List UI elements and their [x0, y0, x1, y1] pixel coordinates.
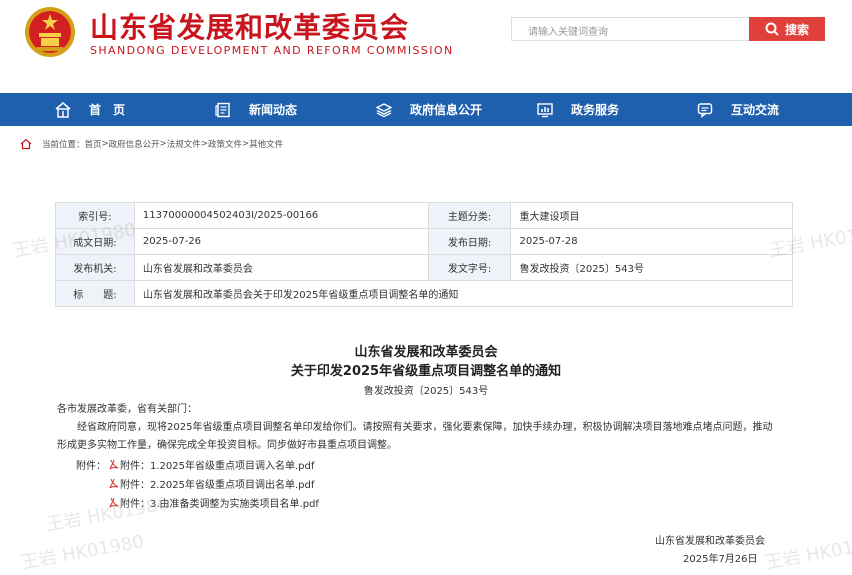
watermark: 王岩 HK01980	[19, 531, 146, 574]
attachment-item[interactable]: 附件：1.2025年省级重点项目调入名单.pdf	[109, 457, 314, 472]
published-date-value: 2025-07-28	[510, 228, 793, 255]
watermark: 王岩 HK01980	[763, 531, 852, 574]
breadcrumb-separator: >	[241, 139, 250, 149]
created-date-label: 成文日期:	[55, 228, 135, 255]
document-salutation: 各市发展改革委，省有关部门：	[57, 404, 197, 415]
title-label: 标 题:	[55, 280, 135, 307]
chat-icon	[697, 102, 713, 118]
table-row: 成文日期: 2025-07-26 发布日期: 2025-07-28	[55, 228, 793, 255]
home-icon	[20, 138, 32, 150]
nav-item-news[interactable]: 新闻动态	[215, 93, 297, 126]
document-org: 山东省发展和改革委员会	[354, 345, 498, 360]
news-icon	[215, 102, 231, 118]
attachment-link[interactable]: 附件：3.由准备类调整为实施类项目名单.pdf	[120, 495, 319, 510]
breadcrumb-link-gov-info[interactable]: 政府信息公开	[109, 138, 160, 150]
table-row: 标 题: 山东省发展和改革委员会关于印发2025年省级重点项目调整名单的通知	[55, 280, 794, 307]
topic-label: 主题分类:	[427, 202, 512, 229]
search-button[interactable]: 搜索	[749, 17, 825, 41]
breadcrumb-separator: >	[101, 139, 109, 149]
nav-label-services: 政务服务	[571, 103, 620, 117]
issuer-value: 山东省发展和改革委员会	[133, 254, 429, 281]
document-body: 经省政府同意，现将2025年省级重点项目调整名单印发给你们。请按照有关要求，强化…	[57, 422, 773, 451]
breadcrumb-link-home[interactable]: 首页	[85, 138, 102, 150]
nav-label-interaction: 互动交流	[731, 103, 780, 117]
document-sign-date: 2025年7月26日	[683, 554, 758, 565]
layers-icon	[376, 102, 392, 118]
table-row: 发布机关: 山东省发展和改革委员会 发文字号: 鲁发改投资〔2025〕543号	[55, 254, 793, 281]
index-label: 索引号:	[55, 202, 135, 229]
attachment-item[interactable]: 附件：2.2025年省级重点项目调出名单.pdf	[109, 476, 314, 491]
published-date-label: 发布日期:	[427, 228, 512, 255]
site-header: 山东省发展和改革委员会 SHANDONG DEVELOPMENT AND REF…	[0, 0, 852, 92]
document-number: 鲁发改投资〔2025〕543号	[363, 386, 489, 397]
attachments-label: 附件：	[76, 461, 106, 472]
nav-label-news: 新闻动态	[249, 103, 298, 117]
nav-item-interaction[interactable]: 互动交流	[697, 93, 779, 126]
pdf-icon	[109, 459, 119, 470]
pdf-icon	[109, 497, 119, 508]
topic-value: 重大建设项目	[510, 202, 793, 229]
nav-item-gov-info[interactable]: 政府信息公开	[376, 93, 482, 126]
issuer-label: 发布机关:	[55, 254, 135, 281]
main-nav: 首 页 新闻动态 政府信息公开 政务服务 互动交流	[0, 93, 852, 126]
breadcrumb-link-other[interactable]: 其他文件	[249, 138, 283, 150]
breadcrumb-link-regulations[interactable]: 法规文件	[167, 138, 201, 150]
site-title: 山东省发展和改革委员会	[90, 11, 410, 44]
attachment-link[interactable]: 附件：1.2025年省级重点项目调入名单.pdf	[120, 457, 314, 472]
nav-label-gov-info: 政府信息公开	[410, 103, 483, 117]
search-icon	[765, 22, 779, 36]
document-signature: 山东省发展和改革委员会	[655, 536, 765, 547]
breadcrumb-separator: >	[200, 139, 208, 149]
search-input[interactable]: 请输入关键词查询	[511, 17, 749, 41]
home-icon	[55, 101, 71, 118]
breadcrumb-prefix: 当前位置：	[42, 140, 85, 150]
title-value: 山东省发展和改革委员会关于印发2025年省级重点项目调整名单的通知	[133, 280, 794, 307]
breadcrumb-link-policy[interactable]: 政策文件	[208, 138, 242, 150]
attachment-item[interactable]: 附件：3.由准备类调整为实施类项目名单.pdf	[109, 495, 319, 510]
doc-number-value: 鲁发改投资〔2025〕543号	[510, 254, 793, 281]
doc-number-label: 发文字号:	[427, 254, 512, 281]
nav-item-home[interactable]: 首 页	[55, 93, 125, 126]
nav-item-services[interactable]: 政务服务	[537, 93, 619, 126]
chart-monitor-icon	[537, 102, 553, 118]
document-title: 关于印发2025年省级重点项目调整名单的通知	[290, 364, 562, 379]
search-button-label: 搜索	[784, 22, 809, 37]
table-row: 索引号: 11370000004502403I/2025-00166 主题分类:…	[55, 202, 793, 229]
created-date-value: 2025-07-26	[133, 228, 429, 255]
breadcrumb: 当前位置： 首页 > 政府信息公开 > 法规文件 > 政策文件 > 其他文件	[20, 138, 283, 150]
site-subtitle: SHANDONG DEVELOPMENT AND REFORM COMMISSI…	[90, 44, 454, 57]
national-emblem-icon	[25, 7, 75, 57]
breadcrumb-separator: >	[159, 139, 167, 149]
pdf-icon	[109, 478, 119, 489]
document-meta-table: 索引号: 11370000004502403I/2025-00166 主题分类:…	[55, 202, 794, 307]
nav-label-home: 首 页	[89, 103, 126, 117]
attachment-link[interactable]: 附件：2.2025年省级重点项目调出名单.pdf	[120, 476, 314, 491]
index-value: 11370000004502403I/2025-00166	[133, 202, 429, 229]
